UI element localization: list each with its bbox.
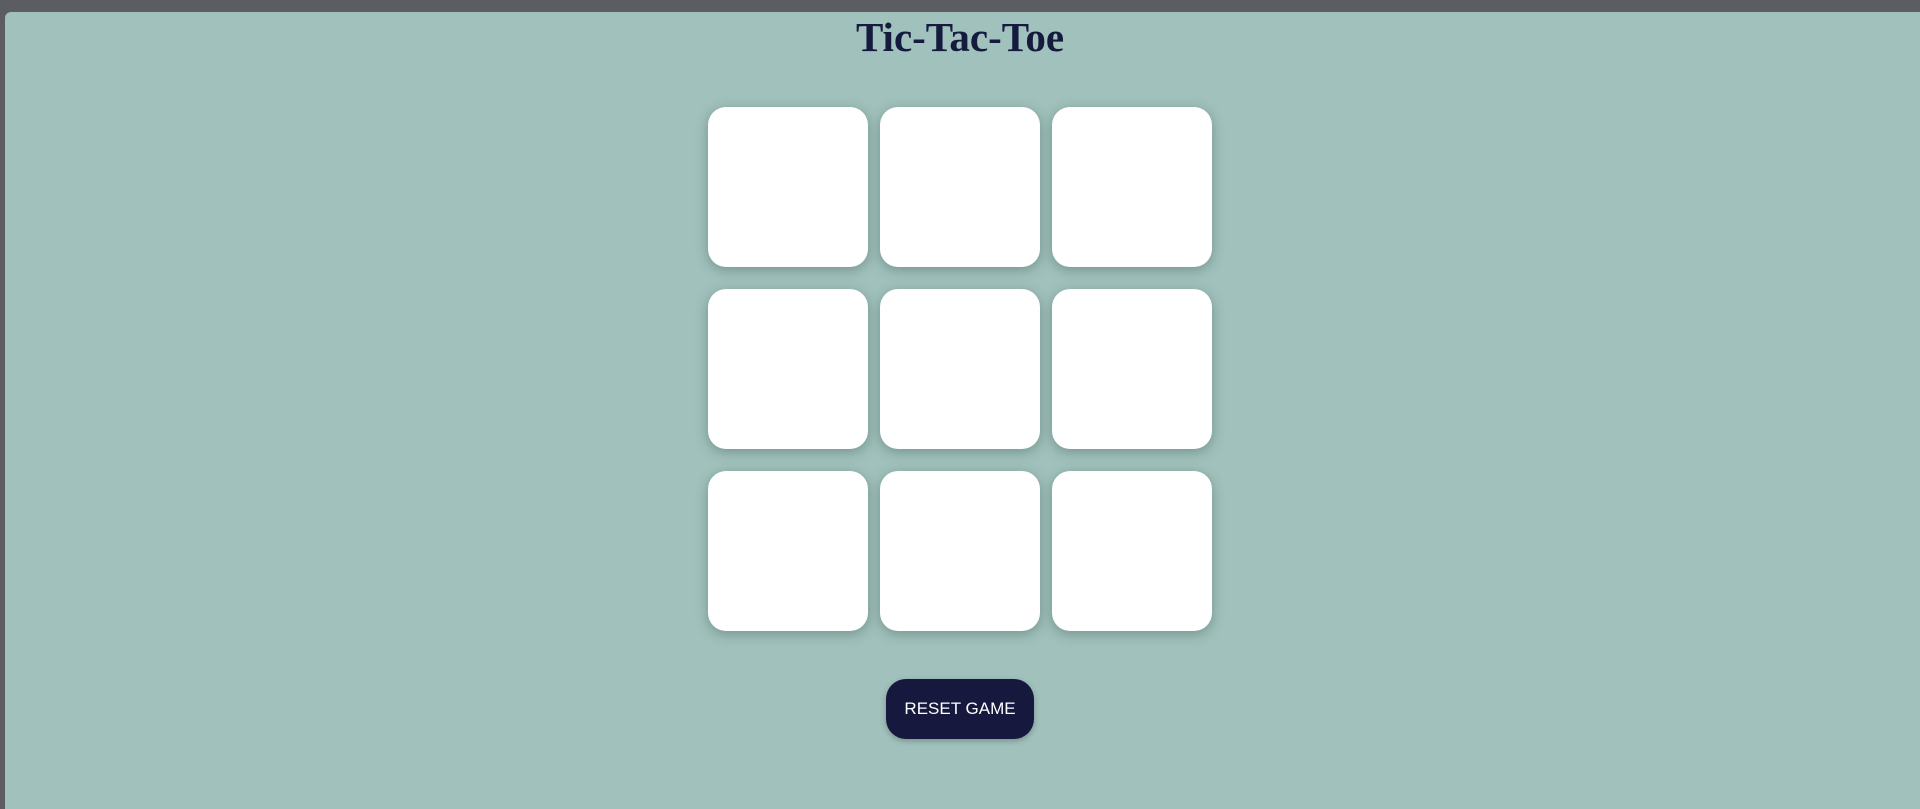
browser-top-strip [0, 0, 1920, 12]
game-board [708, 107, 1212, 631]
board-cell-8[interactable] [880, 471, 1040, 631]
board-cell-7[interactable] [708, 471, 868, 631]
board-cell-3[interactable] [1052, 107, 1212, 267]
board-cell-1[interactable] [708, 107, 868, 267]
game-page: Tic-Tac-Toe RESET GAME [5, 12, 1920, 809]
board-cell-5[interactable] [880, 289, 1040, 449]
board-cell-2[interactable] [880, 107, 1040, 267]
reset-game-button[interactable]: RESET GAME [886, 679, 1034, 739]
board-cell-6[interactable] [1052, 289, 1212, 449]
page-title: Tic-Tac-Toe [855, 14, 1065, 60]
board-cell-4[interactable] [708, 289, 868, 449]
board-cell-9[interactable] [1052, 471, 1212, 631]
